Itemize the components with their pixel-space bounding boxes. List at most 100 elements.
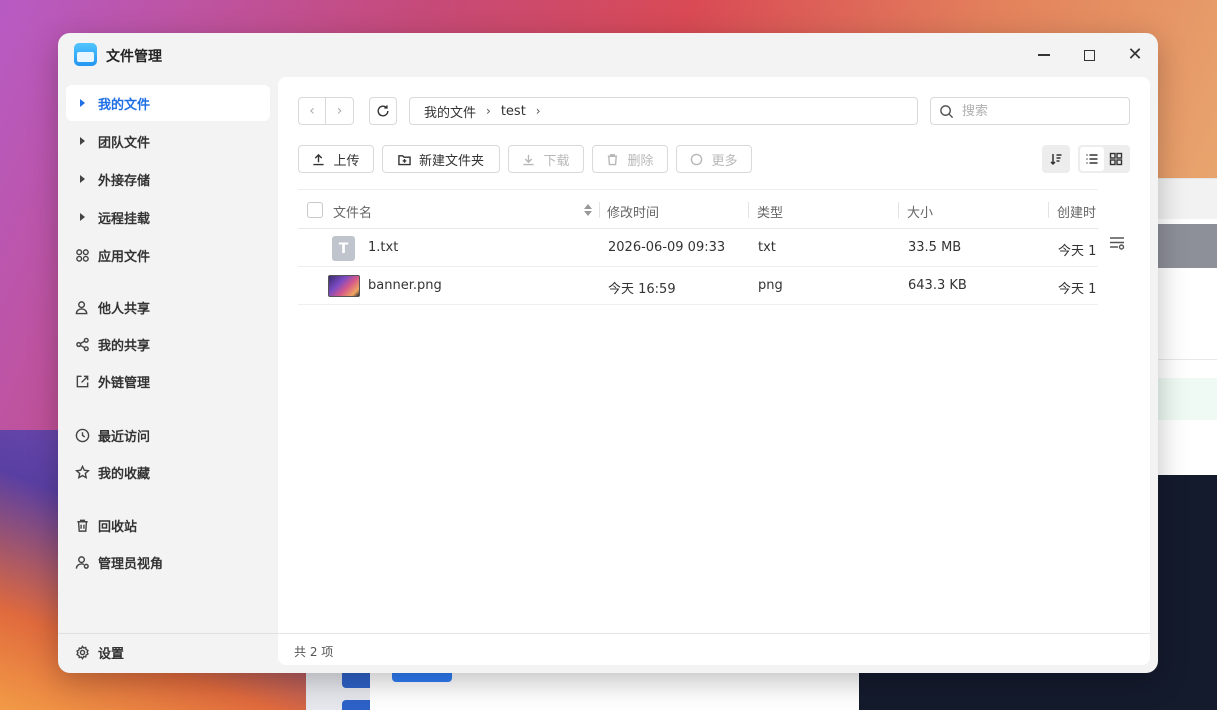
column-divider[interactable] xyxy=(898,202,899,218)
history-nav: ‹ › xyxy=(298,97,354,125)
trash-icon xyxy=(74,518,90,533)
sidebar-item-my-files[interactable]: 我的文件 xyxy=(66,85,270,121)
file-manager-window: 文件管理 ✕ 我的文件 团队文件 外接存储 远程挂载 应用文件 他人共享 我的共… xyxy=(58,33,1158,673)
file-type: png xyxy=(758,278,783,293)
sidebar-item-label: 外接存储 xyxy=(98,173,151,189)
column-header-type[interactable]: 类型 xyxy=(757,202,783,221)
more-icon xyxy=(691,153,703,165)
grid-icon xyxy=(1109,152,1123,166)
star-icon xyxy=(74,464,90,480)
more-button[interactable]: 更多 xyxy=(676,145,752,173)
column-header-modified[interactable]: 修改时间 xyxy=(607,202,659,221)
column-header-size[interactable]: 大小 xyxy=(907,202,933,221)
file-table: 文件名 修改时间 类型 大小 创建时 T 1.txt 2026-06-09 09… xyxy=(298,189,1098,305)
close-button[interactable]: ✕ xyxy=(1123,43,1147,67)
select-all-checkbox[interactable] xyxy=(307,202,323,218)
sidebar-item-label: 管理员视角 xyxy=(98,556,164,572)
minimize-icon xyxy=(1038,54,1050,56)
file-size: 33.5 MB xyxy=(908,240,962,255)
sidebar-item-link-management[interactable]: 外链管理 xyxy=(66,363,270,399)
chevron-left-icon: ‹ xyxy=(309,103,315,119)
sidebar: 我的文件 团队文件 外接存储 远程挂载 应用文件 他人共享 我的共享 外链管理 xyxy=(58,77,278,673)
sidebar-item-favorites[interactable]: 我的收藏 xyxy=(66,454,270,490)
file-manager-app-icon xyxy=(74,43,97,66)
column-divider[interactable] xyxy=(1048,202,1049,218)
breadcrumb[interactable]: 我的文件 › test › xyxy=(409,97,918,125)
user-icon xyxy=(74,300,90,315)
column-settings-button[interactable] xyxy=(1109,235,1125,250)
main-panel: ‹ › 我的文件 › test › 上传 新建文件夹 下载 xyxy=(278,77,1150,665)
breadcrumb-item-test[interactable]: test xyxy=(501,104,526,119)
table-header: 文件名 修改时间 类型 大小 创建时 xyxy=(298,189,1098,229)
sidebar-item-my-shares[interactable]: 我的共享 xyxy=(66,326,270,362)
sidebar-item-label: 最近访问 xyxy=(98,429,151,445)
new-folder-button[interactable]: 新建文件夹 xyxy=(382,145,500,173)
caret-right-icon xyxy=(74,175,90,183)
sort-button[interactable] xyxy=(1042,145,1070,173)
refresh-button[interactable] xyxy=(369,97,397,125)
back-button[interactable]: ‹ xyxy=(299,98,327,124)
chevron-right-icon: › xyxy=(486,104,491,118)
file-name[interactable]: banner.png xyxy=(368,278,442,293)
external-link-icon xyxy=(74,374,90,389)
clock-icon xyxy=(74,428,90,443)
column-divider[interactable] xyxy=(599,202,600,218)
search-icon xyxy=(940,104,954,118)
file-size: 643.3 KB xyxy=(908,278,967,293)
upload-button[interactable]: 上传 xyxy=(298,145,374,173)
caret-right-icon xyxy=(74,213,90,221)
column-header-created[interactable]: 创建时 xyxy=(1057,202,1098,221)
sidebar-item-label: 团队文件 xyxy=(98,135,151,151)
table-row[interactable]: T 1.txt 2026-06-09 09:33 txt 33.5 MB 今天 … xyxy=(298,229,1098,267)
status-bar: 共 2 项 xyxy=(278,633,1150,665)
more-label: 更多 xyxy=(711,153,738,169)
new-folder-icon xyxy=(398,154,411,165)
list-view-button[interactable] xyxy=(1080,147,1104,171)
sidebar-item-admin-view[interactable]: 管理员视角 xyxy=(66,544,270,580)
minimize-button[interactable] xyxy=(1032,43,1056,67)
sidebar-item-label: 我的文件 xyxy=(98,97,151,113)
admin-user-icon xyxy=(74,555,90,570)
sidebar-item-label: 回收站 xyxy=(98,519,138,535)
delete-button[interactable]: 删除 xyxy=(592,145,668,173)
new-folder-label: 新建文件夹 xyxy=(418,153,484,169)
file-modified: 2026-06-09 09:33 xyxy=(608,240,726,255)
sidebar-item-team-files[interactable]: 团队文件 xyxy=(66,123,270,159)
breadcrumb-item-my-files[interactable]: 我的文件 xyxy=(424,102,476,121)
grid-icon xyxy=(74,248,90,263)
sidebar-item-recent[interactable]: 最近访问 xyxy=(66,417,270,453)
search-input[interactable] xyxy=(962,103,1122,119)
share-icon xyxy=(74,337,90,352)
sidebar-item-label: 我的收藏 xyxy=(98,466,151,482)
view-toggle xyxy=(1078,145,1130,173)
sidebar-item-label: 外链管理 xyxy=(98,375,151,391)
search-box[interactable] xyxy=(930,97,1130,125)
grid-view-button[interactable] xyxy=(1104,147,1128,171)
sort-arrows-icon[interactable] xyxy=(584,202,592,218)
forward-button[interactable]: › xyxy=(326,98,353,124)
file-modified: 今天 16:59 xyxy=(608,282,676,297)
column-divider[interactable] xyxy=(748,202,749,218)
sidebar-item-shared-with-me[interactable]: 他人共享 xyxy=(66,289,270,325)
caret-right-icon xyxy=(74,99,90,107)
maximize-icon xyxy=(1083,49,1095,61)
sidebar-item-remote-mount[interactable]: 远程挂载 xyxy=(66,199,270,235)
sidebar-item-settings[interactable]: 设置 xyxy=(66,634,270,670)
download-button[interactable]: 下载 xyxy=(508,145,584,173)
caret-right-icon xyxy=(74,137,90,145)
sidebar-item-app-files[interactable]: 应用文件 xyxy=(66,237,270,273)
close-icon: ✕ xyxy=(1127,44,1143,65)
column-header-name[interactable]: 文件名 xyxy=(333,202,372,221)
chevron-right-icon: › xyxy=(535,104,541,118)
sidebar-item-external-storage[interactable]: 外接存储 xyxy=(66,161,270,197)
file-name[interactable]: 1.txt xyxy=(368,240,398,255)
sidebar-item-label: 他人共享 xyxy=(98,301,151,317)
file-type: txt xyxy=(758,240,776,255)
sidebar-item-recycle-bin[interactable]: 回收站 xyxy=(66,507,270,543)
refresh-icon xyxy=(377,105,389,117)
title-bar[interactable]: 文件管理 ✕ xyxy=(58,33,1158,77)
sidebar-item-label: 我的共享 xyxy=(98,338,151,354)
maximize-button[interactable] xyxy=(1077,43,1101,67)
column-settings-icon xyxy=(1110,237,1125,250)
table-row[interactable]: banner.png 今天 16:59 png 643.3 KB 今天 1 xyxy=(298,267,1098,305)
